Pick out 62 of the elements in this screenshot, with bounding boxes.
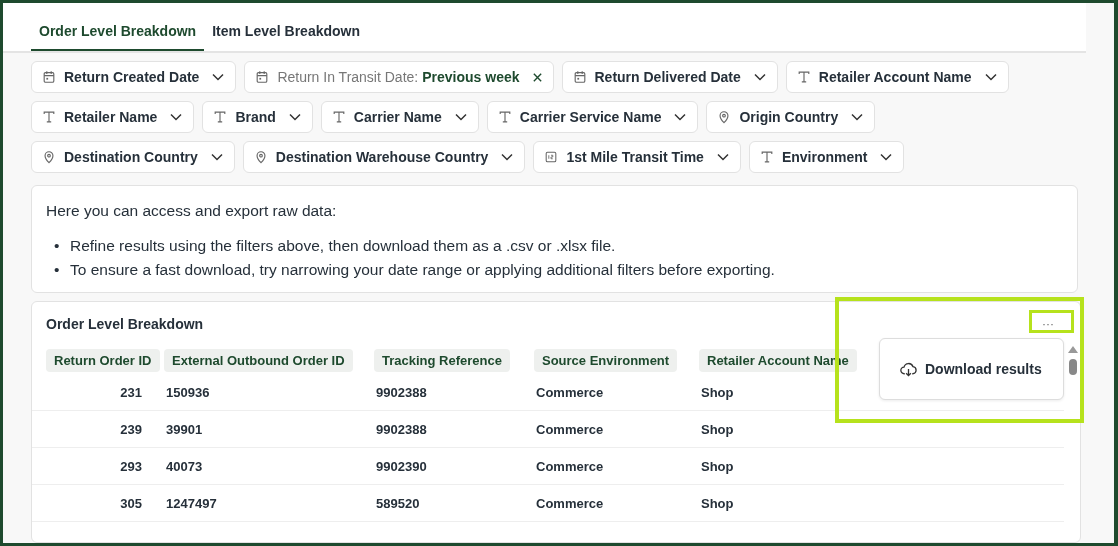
filter-dropdown[interactable]: Return In Transit Date: Previous week	[244, 61, 554, 93]
filter-dropdown[interactable]: Environment	[748, 141, 905, 173]
table-cell: Shop	[701, 421, 734, 437]
text-type-icon	[796, 70, 811, 84]
table-cell: 239	[120, 421, 142, 437]
table-cell: 9902388	[376, 384, 427, 400]
text-type-icon	[42, 110, 56, 124]
table-cell: Shop	[701, 384, 734, 400]
download-results-menu-item[interactable]: Download results	[880, 349, 1062, 389]
filter-dropdown[interactable]: 1st Mile Transit Time	[533, 141, 741, 173]
table-cell: Commerce	[536, 458, 604, 474]
info-bullet: To ensure a fast download, try narrowing your date range or applying additional filters before exporting.	[70, 260, 775, 280]
table-cell: 9902388	[376, 421, 427, 437]
text-type-icon	[759, 150, 774, 164]
column-header[interactable]: External Outbound Order ID	[164, 349, 353, 372]
location-pin-icon	[717, 110, 732, 124]
table-cell: 150936	[166, 384, 210, 400]
table-cell: Commerce	[536, 421, 604, 437]
filter-dropdown[interactable]: Destination Warehouse Country	[242, 141, 526, 173]
filter-dropdown[interactable]: Brand	[202, 101, 313, 133]
column-header[interactable]: Tracking Reference	[374, 349, 510, 372]
table-cell: Commerce	[536, 495, 604, 511]
info-bullet: Refine results using the filters above, then download them as a .csv or .xlsx file.	[70, 236, 616, 256]
bullet-marker: •	[54, 236, 60, 256]
filter-dropdown[interactable]: Retailer Account Name	[785, 61, 1009, 93]
table-cell: 40073	[166, 458, 203, 474]
filter-dropdown[interactable]: Return Created Date	[31, 61, 237, 93]
table-cell: Shop	[701, 495, 734, 511]
location-pin-icon	[42, 150, 56, 164]
info-text: Here you can access and export raw data:	[46, 202, 338, 220]
tab[interactable]: Item Level Breakdown	[204, 13, 368, 51]
table-cell: 9902390	[376, 458, 427, 474]
close-icon[interactable]	[531, 71, 543, 83]
column-header[interactable]: Return Order ID	[46, 349, 160, 372]
filter-dropdown[interactable]: Return Delivered Date	[561, 61, 778, 93]
table-cell: 293	[120, 458, 142, 474]
table-cell: 39901	[166, 421, 203, 437]
filter-dropdown[interactable]: Carrier Name	[320, 101, 479, 133]
calendar-icon	[572, 70, 587, 84]
table-cell: Commerce	[536, 384, 604, 400]
filter-dropdown[interactable]: Origin Country	[706, 101, 876, 133]
table-cell: Shop	[701, 458, 734, 474]
table-cell: 1247497	[166, 495, 217, 511]
cloud-download-icon	[900, 361, 917, 377]
calendar-icon	[255, 70, 270, 84]
table-cell: 589520	[376, 495, 420, 511]
bullet-marker: •	[54, 260, 60, 280]
filter-dropdown[interactable]: Destination Country	[31, 141, 235, 173]
more-options-button[interactable]: ···	[1036, 316, 1060, 332]
location-pin-icon	[253, 150, 268, 164]
table-title: Order Level Breakdown	[46, 316, 204, 332]
text-type-icon	[497, 110, 512, 124]
filter-dropdown[interactable]: Retailer Name	[31, 101, 195, 133]
table-cell: 305	[120, 495, 142, 511]
calendar-number-icon	[544, 150, 559, 164]
column-header[interactable]: Source Environment	[534, 349, 678, 372]
text-type-icon	[331, 110, 346, 124]
calendar-icon	[42, 70, 56, 84]
text-type-icon	[213, 110, 228, 124]
table-cell: 231	[120, 384, 142, 400]
tab[interactable]: Order Level Breakdown	[31, 13, 205, 51]
filter-dropdown[interactable]: Carrier Service Name	[486, 101, 699, 133]
